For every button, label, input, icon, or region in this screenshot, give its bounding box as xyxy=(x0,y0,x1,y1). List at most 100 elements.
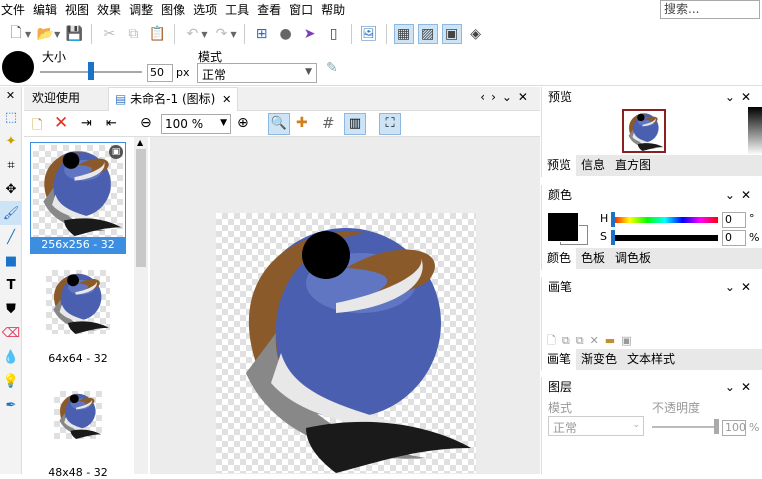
saturation-slider[interactable] xyxy=(612,235,718,241)
marquee-tool-icon[interactable]: ⬚ xyxy=(0,105,22,129)
cursor-icon[interactable]: ➤ xyxy=(300,24,320,44)
rectangle-tool-icon[interactable]: ■ xyxy=(0,249,22,273)
panel-close-icon[interactable]: ⌄✕ xyxy=(725,377,757,397)
menu-tools[interactable]: 工具 xyxy=(221,0,253,20)
layers-mode-select[interactable]: 正常 ⌄ xyxy=(548,416,644,436)
menu-help[interactable]: 帮助 xyxy=(317,0,349,20)
tab-welcome[interactable]: 欢迎使用 xyxy=(26,87,86,111)
hatch-icon[interactable]: ▨ xyxy=(417,24,438,44)
mode-select[interactable]: 正常 ▼ xyxy=(197,63,317,83)
eraser-tool-icon[interactable]: ⌫ xyxy=(0,321,22,345)
crop-frame-icon[interactable]: ⛶ xyxy=(379,113,401,135)
chevron-down-icon[interactable]: ▼ xyxy=(201,30,207,39)
tab-gradient[interactable]: 渐变色 xyxy=(576,349,622,370)
menu-effects[interactable]: 效果 xyxy=(93,0,125,20)
text-tool-icon[interactable]: T xyxy=(0,273,22,297)
opacity-slider-thumb[interactable] xyxy=(714,419,719,434)
menu-image[interactable]: 图像 xyxy=(157,0,189,20)
chevron-down-icon[interactable]: ▼ xyxy=(25,30,31,39)
image-list-item[interactable] xyxy=(54,391,102,439)
apple-icon[interactable]: ● xyxy=(276,24,296,44)
tab-swatches[interactable]: 色板 xyxy=(576,248,610,269)
tab-text-style[interactable]: 文本样式 xyxy=(622,349,680,370)
bulb-tool-icon[interactable]: 💡 xyxy=(0,369,22,393)
scroll-up-icon[interactable]: ▲ xyxy=(137,138,143,147)
tabs-scroll-icons[interactable]: ‹›⌄✕ xyxy=(480,90,534,104)
edit-brush-icon[interactable]: ⧉ xyxy=(576,334,590,347)
grid-select-icon[interactable]: ▣ xyxy=(441,24,462,44)
menu-view[interactable]: 视图 xyxy=(61,0,93,20)
opacity-field[interactable]: 100 xyxy=(722,420,746,436)
opacity-slider-track[interactable] xyxy=(652,426,718,428)
phone-icon[interactable]: ▯ xyxy=(324,24,344,44)
eyedropper-tool-icon[interactable]: ✒ xyxy=(0,393,22,417)
fill-tool-icon[interactable]: ⛊ xyxy=(0,297,22,321)
scrollbar-thumb[interactable] xyxy=(136,149,146,267)
menu-adjust[interactable]: 调整 xyxy=(125,0,157,20)
saturation-slider-thumb[interactable] xyxy=(611,230,615,245)
hue-slider-thumb[interactable] xyxy=(611,212,615,227)
primary-color-swatch[interactable] xyxy=(547,212,579,242)
redo-icon[interactable]: ↷ xyxy=(211,24,231,44)
hue-slider[interactable] xyxy=(612,217,718,223)
menu-options[interactable]: 选项 xyxy=(189,0,221,20)
move-tool-icon[interactable]: ✥ xyxy=(0,177,22,201)
zoom-out-icon[interactable]: ⊖ xyxy=(140,115,152,131)
folder-icon[interactable]: ▬ xyxy=(605,334,621,347)
save-brush-icon[interactable]: ▣ xyxy=(621,334,637,347)
panel-close-icon[interactable]: ⌄✕ xyxy=(725,277,757,297)
grid-icon[interactable]: # xyxy=(322,114,335,132)
menu-window[interactable]: 窗口 xyxy=(285,0,317,20)
copy-brush-icon[interactable]: ⧉ xyxy=(562,334,576,347)
new-file-icon[interactable]: 🗋 xyxy=(6,24,26,44)
drop-tool-icon[interactable]: 💧 xyxy=(0,345,22,369)
panel-view-icon[interactable]: ▥ xyxy=(344,113,366,135)
panel-close-icon[interactable]: ⌄✕ xyxy=(725,185,757,205)
tab-palette[interactable]: 调色板 xyxy=(610,248,656,269)
line-tool-icon[interactable]: ╱ xyxy=(0,225,22,249)
image-canvas[interactable] xyxy=(216,213,476,473)
cut-icon[interactable]: ✂ xyxy=(99,24,119,44)
chevron-down-icon[interactable]: ▼ xyxy=(54,30,60,39)
layers-icon[interactable]: ◈ xyxy=(466,24,486,44)
saturation-field[interactable]: 0 xyxy=(722,230,746,246)
brush-tool-icon[interactable]: 🖌 xyxy=(0,201,22,225)
open-folder-icon[interactable]: 📂 xyxy=(35,24,55,44)
tab-histogram[interactable]: 直方图 xyxy=(610,155,656,176)
tab-close-icon[interactable]: ✕ xyxy=(222,93,231,106)
canvas-area[interactable] xyxy=(150,137,540,474)
delete-brush-icon[interactable]: ✕ xyxy=(590,334,605,347)
zoom-in-icon[interactable]: ⊕ xyxy=(237,115,249,131)
magic-wand-icon[interactable]: ✦ xyxy=(0,129,22,153)
zoom-select[interactable]: 100 % ▼ xyxy=(161,114,231,134)
image-import-icon[interactable]: 🖼 xyxy=(359,24,379,44)
tab-preview[interactable]: 预览 xyxy=(542,155,577,176)
new-brush-icon[interactable]: 🗋 xyxy=(547,334,562,347)
tab-brush[interactable]: 画笔 xyxy=(542,349,577,370)
hue-field[interactable]: 0 xyxy=(722,212,746,228)
chevron-down-icon[interactable]: ▼ xyxy=(230,30,236,39)
copy-icon[interactable]: ⧉ xyxy=(123,24,143,44)
menu-edit[interactable]: 编辑 xyxy=(29,0,61,20)
menu-view2[interactable]: 查看 xyxy=(253,0,285,20)
undo-icon[interactable]: ↶ xyxy=(182,24,202,44)
hotspot-icon[interactable]: ✚ xyxy=(296,115,308,131)
size-field[interactable]: 50 xyxy=(147,64,173,82)
new-image-icon[interactable]: 🗋 xyxy=(32,116,42,138)
pen-disabled-icon[interactable]: ✎ xyxy=(326,60,338,76)
delete-image-icon[interactable]: ✕ xyxy=(54,113,68,133)
zoom-tool-icon[interactable]: 🔍 xyxy=(268,113,290,135)
export-icon[interactable]: ⇥ xyxy=(81,116,92,131)
size-slider-thumb[interactable] xyxy=(88,62,94,80)
tab-info[interactable]: 信息 xyxy=(576,155,610,176)
panel-close-icon[interactable]: ⌄✕ xyxy=(725,87,757,107)
image-list-item[interactable]: ▣ 256x256 - 32 xyxy=(30,142,126,254)
search-input[interactable]: 搜索... xyxy=(660,0,760,19)
import-icon[interactable]: ⇤ xyxy=(106,116,117,131)
panel-close-icon[interactable]: ✕ xyxy=(0,87,21,105)
save-icon[interactable]: 💾 xyxy=(64,24,84,44)
tab-color[interactable]: 颜色 xyxy=(542,248,577,269)
windows-icon[interactable]: ⊞ xyxy=(252,24,272,44)
tab-document[interactable]: ▤ 未命名-1 (图标) ✕ xyxy=(108,87,239,111)
list-scrollbar[interactable]: ▲ xyxy=(134,137,148,474)
